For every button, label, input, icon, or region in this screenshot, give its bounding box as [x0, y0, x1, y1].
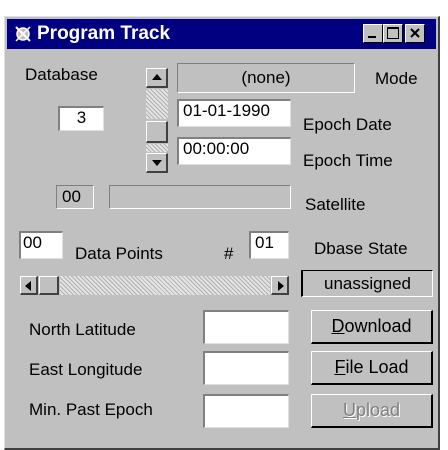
data-points-label: Data Points [75, 244, 163, 263]
window-title: Program Track [37, 23, 171, 44]
data-points-field[interactable]: 00 [19, 231, 63, 259]
database-count-field[interactable]: 3 [58, 106, 104, 131]
north-latitude-label: North Latitude [29, 320, 136, 339]
file-load-label: ile Load [345, 357, 409, 377]
download-label: ownload [344, 316, 412, 336]
database-up-button[interactable] [146, 68, 168, 88]
dbase-state-label: Dbase State [314, 239, 408, 258]
points-scroll-right-button[interactable] [271, 276, 289, 295]
mode-label: Mode [375, 69, 418, 88]
arrow-down-icon [152, 160, 162, 166]
file-load-accel-key: F [334, 357, 346, 377]
epoch-date-field[interactable]: 01-01-1990 [177, 99, 291, 127]
north-latitude-field[interactable] [203, 310, 289, 344]
arrow-right-icon [278, 281, 284, 291]
satellite-icon [15, 26, 31, 42]
close-button[interactable] [405, 24, 425, 43]
points-scroll-thumb[interactable] [39, 276, 59, 295]
epoch-date-label: Epoch Date [303, 115, 392, 134]
min-past-epoch-label: Min. Past Epoch [29, 400, 153, 419]
database-scroll-track-lower[interactable] [146, 144, 168, 152]
point-index-field[interactable]: 01 [249, 231, 289, 259]
maximize-button[interactable] [383, 24, 403, 43]
arrow-up-icon [152, 74, 162, 80]
points-scroll-left-button[interactable] [20, 276, 38, 295]
program-track-window: Program Track Database (none) Mode 3 01-… [4, 16, 440, 450]
close-icon [410, 28, 420, 38]
arrow-left-icon [25, 281, 31, 291]
minimize-icon [368, 36, 376, 38]
satellite-number-display: 00 [56, 185, 94, 209]
maximize-icon [387, 27, 399, 39]
upload-button[interactable]: Upload [311, 394, 433, 428]
satellite-label: Satellite [305, 195, 366, 214]
database-scroll-thumb[interactable] [146, 121, 168, 143]
download-accel-key: D [331, 316, 345, 336]
east-longitude-label: East Longitude [29, 360, 143, 379]
database-scroll-track[interactable] [146, 89, 168, 119]
point-index-hash-label: # [224, 244, 234, 263]
points-scroll-track[interactable] [60, 276, 270, 295]
dbase-state-display: unassigned [301, 270, 433, 297]
database-label: Database [25, 65, 98, 84]
minimize-button[interactable] [363, 24, 383, 43]
east-longitude-field[interactable] [203, 351, 289, 385]
file-load-button[interactable]: File Load [311, 351, 433, 385]
upload-label: pload [355, 400, 401, 420]
title-bar[interactable]: Program Track [7, 19, 436, 49]
satellite-name-display [109, 185, 291, 209]
database-down-button[interactable] [146, 153, 168, 173]
min-past-epoch-field[interactable] [203, 394, 289, 428]
epoch-time-label: Epoch Time [303, 151, 393, 170]
upload-accel-key: U [342, 400, 356, 420]
download-button[interactable]: Download [311, 310, 433, 344]
database-name-display: (none) [177, 63, 355, 93]
epoch-time-field[interactable]: 00:00:00 [177, 137, 291, 165]
